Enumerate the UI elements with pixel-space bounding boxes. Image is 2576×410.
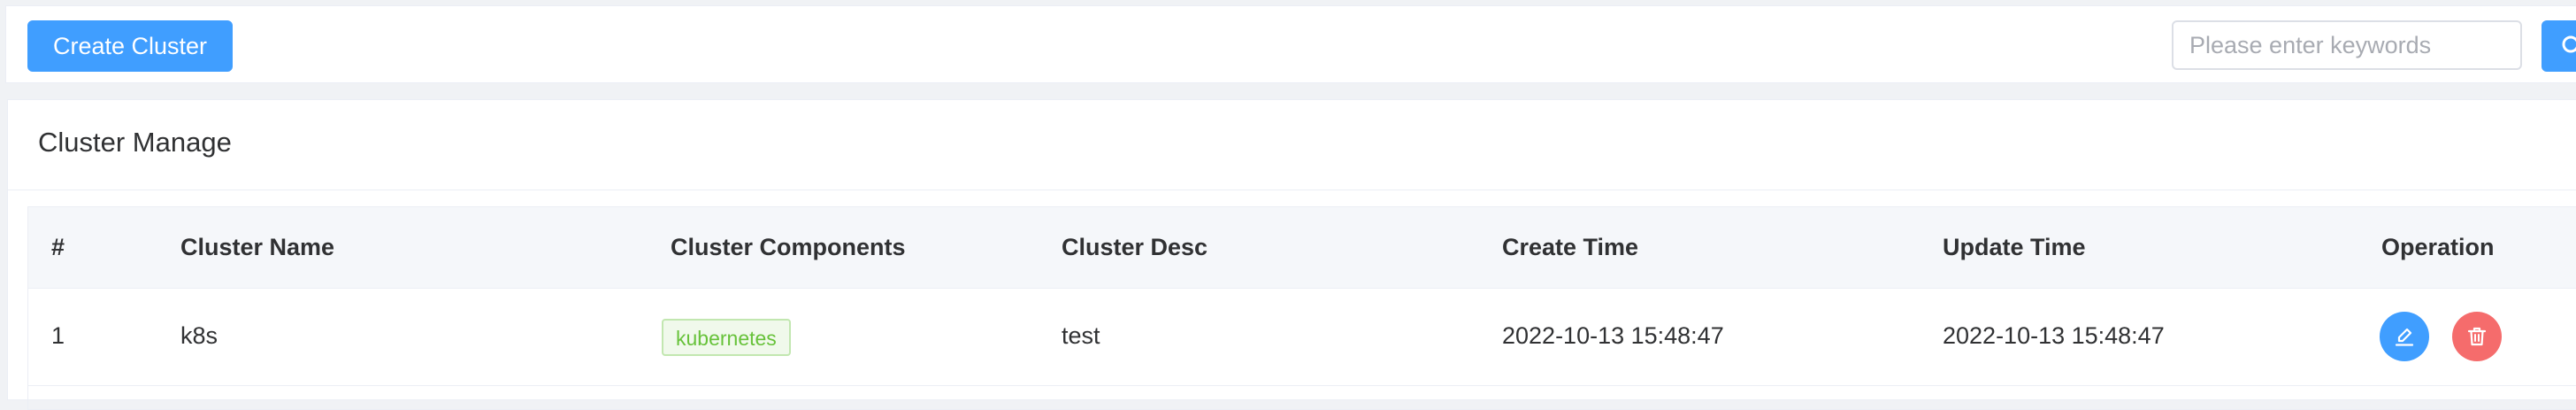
cell-cluster-desc: test: [1062, 322, 1100, 349]
delete-button[interactable]: [2452, 312, 2502, 361]
toolbar: Create Cluster: [5, 5, 2576, 83]
column-header-update-time: Update Time: [1943, 234, 2086, 260]
create-cluster-button[interactable]: Create Cluster: [27, 20, 233, 72]
cluster-manage-card: Cluster Manage # Cluster Name Cluster Co…: [7, 99, 2576, 410]
column-header-cluster-components: Cluster Components: [671, 234, 906, 260]
component-tag: kubernetes: [662, 319, 791, 356]
edit-icon: [2395, 328, 2414, 346]
table-row: 1 k8s kubernetes test 2022-10-13 15:48:4…: [28, 289, 2576, 386]
column-header-cluster-name: Cluster Name: [180, 234, 335, 260]
card-header: Cluster Manage: [8, 100, 2576, 190]
delete-icon: [2467, 327, 2487, 346]
cell-update-time: 2022-10-13 15:48:47: [1943, 322, 2165, 349]
cell-cluster-name: k8s: [180, 322, 218, 349]
cell-create-time: 2022-10-13 15:48:47: [1502, 322, 1724, 349]
cluster-table: # Cluster Name Cluster Components Cluste…: [27, 206, 2576, 410]
cell-index: 1: [51, 322, 65, 349]
page-title: Cluster Manage: [38, 127, 232, 158]
search-button[interactable]: [2542, 20, 2576, 72]
column-header-index: #: [51, 234, 65, 260]
column-header-cluster-desc: Cluster Desc: [1062, 234, 1208, 260]
column-header-operation: Operation: [2381, 234, 2495, 260]
edit-button[interactable]: [2380, 312, 2429, 361]
search-icon: [2562, 35, 2576, 53]
search-input[interactable]: [2172, 20, 2522, 70]
table-header: # Cluster Name Cluster Components Cluste…: [28, 207, 2576, 289]
column-header-create-time: Create Time: [1502, 234, 1639, 260]
